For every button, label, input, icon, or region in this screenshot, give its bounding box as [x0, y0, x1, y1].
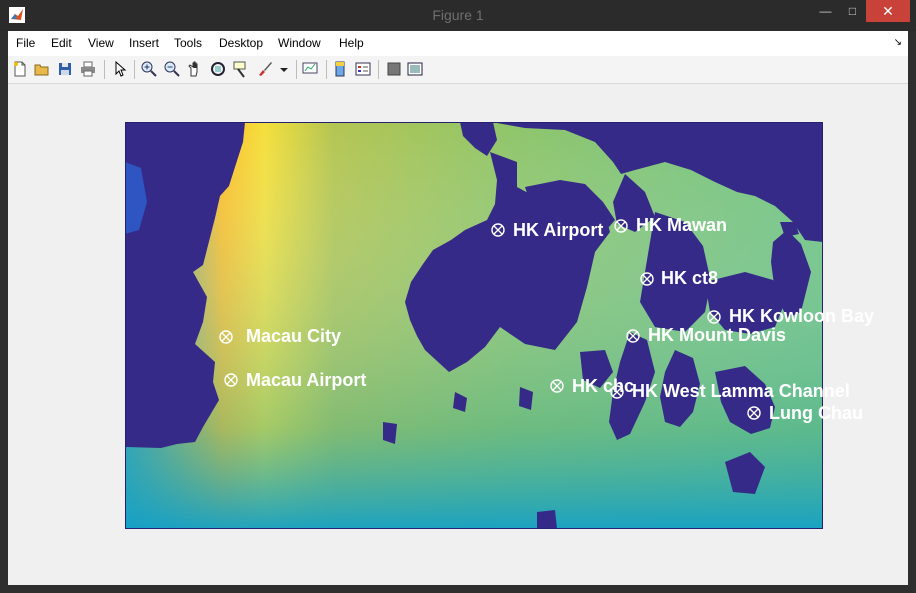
menu-file[interactable]: File: [16, 36, 35, 50]
legend-icon[interactable]: [354, 60, 372, 78]
title-bar[interactable]: Figure 1 — □ ✕: [0, 0, 916, 31]
zoom-out-icon[interactable]: [163, 60, 181, 78]
rotate-3d-icon[interactable]: [209, 60, 227, 78]
save-icon[interactable]: [56, 60, 74, 78]
menu-window[interactable]: Window: [278, 36, 321, 50]
window-title: Figure 1: [432, 7, 484, 23]
show-plot-tools-icon[interactable]: [406, 60, 424, 78]
open-file-icon[interactable]: [33, 60, 51, 78]
marker-lung-chau-icon: [747, 406, 761, 420]
toolbar-separator: [104, 60, 105, 79]
marker-macau-city-icon: [219, 330, 233, 344]
marker-hk-kowloon-bay-icon: [707, 310, 721, 324]
menu-view[interactable]: View: [88, 36, 114, 50]
toolbar-separator: [134, 60, 135, 79]
label-hk-airport: HK Airport: [513, 220, 604, 240]
label-macau-airport: Macau Airport: [246, 370, 367, 390]
label-hk-ct8: HK ct8: [661, 268, 719, 288]
figure-window: Figure 1 — □ ✕ File Edit View Insert Too…: [0, 0, 916, 593]
new-figure-icon[interactable]: [11, 60, 29, 78]
menu-edit[interactable]: Edit: [51, 36, 72, 50]
marker-macau-airport-icon: [224, 373, 238, 387]
label-hk-mount-davis: HK Mount Davis: [648, 325, 787, 345]
pan-icon[interactable]: [186, 60, 204, 78]
toolbar-separator: [378, 60, 379, 79]
label-lung-chau: Lung Chau: [769, 403, 863, 423]
link-plot-icon[interactable]: [301, 60, 319, 78]
maximize-button[interactable]: □: [839, 0, 866, 22]
marker-hk-airport-icon: [491, 223, 505, 237]
brush-icon[interactable]: [256, 60, 274, 78]
label-hk-kowloon-bay: HK Kowloon Bay: [729, 306, 875, 326]
label-hk-mawan: HK Mawan: [636, 215, 728, 235]
marker-hk-mawan-icon: [614, 219, 628, 233]
toolbar-separator: [296, 60, 297, 79]
label-macau-city: Macau City: [246, 326, 342, 346]
menu-help[interactable]: Help: [339, 36, 364, 50]
pointer-icon[interactable]: [111, 60, 129, 78]
label-hk-west-lamma-channel: HK West Lamma Channel: [632, 381, 850, 401]
marker-hk-ct8-icon: [640, 272, 654, 286]
data-cursor-icon[interactable]: [232, 60, 250, 78]
brush-menu-icon[interactable]: [275, 60, 293, 78]
label-hk-chc: HK chc: [572, 376, 635, 396]
marker-hk-mount-davis-icon: [626, 329, 640, 343]
print-icon[interactable]: [79, 60, 97, 78]
close-button[interactable]: ✕: [866, 0, 910, 22]
zoom-in-icon[interactable]: [140, 60, 158, 78]
toolbar-separator: [326, 60, 327, 79]
dock-arrow-icon[interactable]: ↘: [894, 37, 902, 48]
colorbar-icon[interactable]: [331, 60, 349, 78]
menu-insert[interactable]: Insert: [129, 36, 159, 50]
menu-desktop[interactable]: Desktop: [219, 36, 263, 50]
hide-plot-tools-icon[interactable]: [385, 60, 403, 78]
menu-tools[interactable]: Tools: [174, 36, 202, 50]
figure-toolbar: [8, 56, 908, 84]
marker-hk-chc-icon: [550, 379, 564, 393]
menu-bar: File Edit View Insert Tools Desktop Wind…: [8, 31, 908, 56]
minimize-button[interactable]: —: [812, 0, 839, 22]
